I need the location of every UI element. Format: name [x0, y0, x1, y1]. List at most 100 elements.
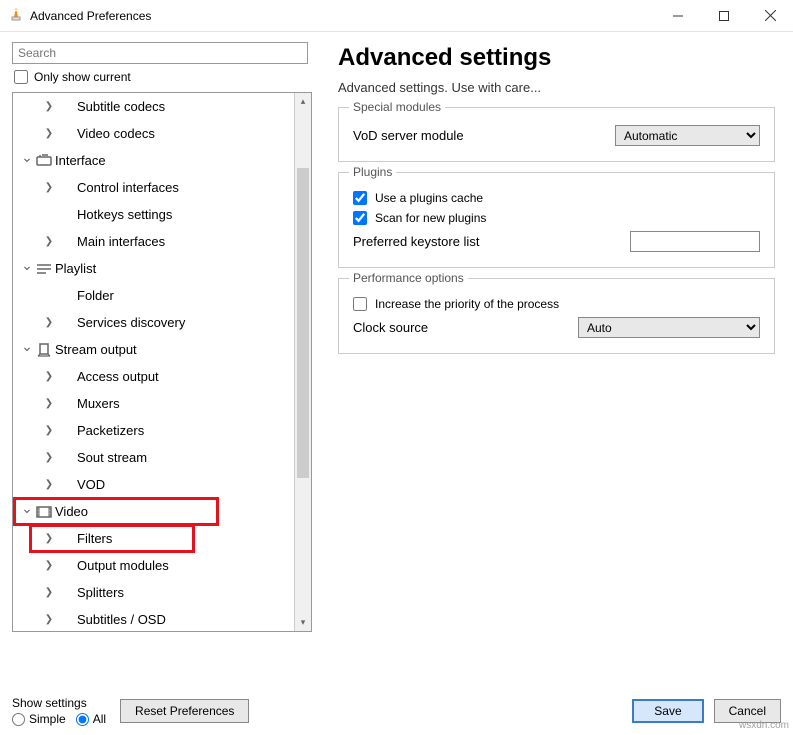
tree-item[interactable]: ❯Output modules	[13, 552, 294, 579]
chevron-icon: ❯	[41, 128, 57, 139]
maximize-button[interactable]	[701, 0, 747, 32]
tree-item-label: Filters	[77, 531, 112, 546]
tree-item[interactable]: ⌄ Interface	[13, 147, 294, 174]
increase-priority-checkbox[interactable]	[353, 297, 367, 311]
radio-simple[interactable]: Simple	[12, 712, 66, 726]
group-legend: Special modules	[349, 100, 445, 114]
interface-icon	[35, 154, 53, 168]
tree-item-label: Video codecs	[77, 126, 155, 141]
close-button[interactable]	[747, 0, 793, 32]
tree-item-label: VOD	[77, 477, 105, 492]
chevron-icon: ❯	[41, 533, 57, 544]
app-icon	[8, 6, 24, 25]
scan-new-plugins-label: Scan for new plugins	[375, 211, 486, 225]
window-title: Advanced Preferences	[30, 9, 151, 23]
tree-item[interactable]: ❯ Packetizers	[13, 417, 294, 444]
tree-item[interactable]: ❯ Main interfaces	[13, 228, 294, 255]
tree-item-label: Folder	[77, 288, 114, 303]
tree-item[interactable]: ⌄ Playlist	[13, 255, 294, 282]
save-button[interactable]: Save	[632, 699, 703, 723]
chevron-icon: ⌄	[19, 500, 35, 517]
titlebar: Advanced Preferences	[0, 0, 793, 32]
chevron-icon: ❯	[41, 452, 57, 463]
tree-item[interactable]: ❯ VOD	[13, 471, 294, 498]
tree-item-label: Video	[55, 504, 88, 519]
tree-item-label: Splitters	[77, 585, 124, 600]
chevron-icon: ❯	[41, 587, 57, 598]
only-show-current-checkbox[interactable]	[14, 70, 28, 84]
tree-item[interactable]: ❯ Access output	[13, 363, 294, 390]
tree-scrollbar[interactable]: ▴ ▾	[294, 93, 311, 631]
tree-item[interactable]: ❯ Video codecs	[13, 120, 294, 147]
tree-item-label: Subtitles / OSD	[77, 612, 166, 627]
radio-all[interactable]: All	[76, 712, 106, 726]
chevron-icon: ⌄	[19, 149, 35, 166]
tree-item-label: Subtitle codecs	[77, 99, 165, 114]
scan-new-plugins-checkbox[interactable]	[353, 211, 367, 225]
chevron-icon: ❯	[41, 101, 57, 112]
search-input[interactable]	[12, 42, 308, 64]
clock-source-select[interactable]: Auto	[578, 317, 760, 338]
chevron-icon: ❯	[41, 182, 57, 193]
chevron-icon: ❯	[41, 479, 57, 490]
group-plugins: Plugins Use a plugins cache Scan for new…	[338, 172, 775, 268]
keystore-input[interactable]	[630, 231, 760, 252]
tree-item[interactable]: ❯ Filters	[13, 525, 294, 552]
chevron-icon: ⌄	[19, 338, 35, 355]
chevron-icon: ❯	[41, 371, 57, 382]
sidebar: Only show current ❯ Subtitle codecs ❯ Video…	[0, 32, 320, 687]
tree-item-label: Packetizers	[77, 423, 144, 438]
video-icon	[35, 505, 53, 519]
group-legend: Performance options	[349, 271, 468, 285]
increase-priority-label: Increase the priority of the process	[375, 297, 559, 311]
use-plugins-cache-label: Use a plugins cache	[375, 191, 483, 205]
page-title: Advanced settings	[338, 44, 775, 72]
vod-server-label: VoD server module	[353, 128, 464, 143]
page-subtitle: Advanced settings. Use with care...	[338, 80, 775, 95]
clock-source-label: Clock source	[353, 320, 428, 335]
chevron-icon: ❯	[41, 398, 57, 409]
tree-item[interactable]: ❯Muxers	[13, 390, 294, 417]
tree-item[interactable]: ❯ Subtitles / OSD	[13, 606, 294, 631]
tree-item[interactable]: ❯ Control interfaces	[13, 174, 294, 201]
scroll-down-icon[interactable]: ▾	[295, 614, 311, 631]
tree-item[interactable]: ❯ Splitters	[13, 579, 294, 606]
tree-item[interactable]: Hotkeys settings	[13, 201, 294, 228]
chevron-icon: ❯	[41, 614, 57, 625]
scroll-thumb[interactable]	[297, 168, 309, 478]
tree-item[interactable]: ⌄ Stream output	[13, 336, 294, 363]
tree-item-label: Main interfaces	[77, 234, 165, 249]
bottom-bar: Show settings Simple All Reset Preferenc…	[0, 687, 793, 735]
tree-item-label: Access output	[77, 369, 159, 384]
vod-server-select[interactable]: Automatic	[615, 125, 760, 146]
tree-item-label: Services discovery	[77, 315, 185, 330]
playlist-icon	[35, 262, 53, 276]
scroll-up-icon[interactable]: ▴	[295, 93, 311, 110]
tree-item-label: Output modules	[77, 558, 169, 573]
tree-item-label: Stream output	[55, 342, 137, 357]
tree-item[interactable]: ❯Services discovery	[13, 309, 294, 336]
tree-item-label: Sout stream	[77, 450, 147, 465]
reset-preferences-button[interactable]: Reset Preferences	[120, 699, 249, 723]
tree-item-label: Hotkeys settings	[77, 207, 172, 222]
chevron-icon: ❯	[41, 425, 57, 436]
tree-item[interactable]: ⌄ Video	[13, 498, 294, 525]
tree-item-label: Interface	[55, 153, 106, 168]
preferences-tree[interactable]: ❯ Subtitle codecs ❯ Video codecs ⌄ Interface ❯…	[13, 93, 294, 631]
chevron-icon: ❯	[41, 236, 57, 247]
minimize-button[interactable]	[655, 0, 701, 32]
group-special-modules: Special modules VoD server module Automa…	[338, 107, 775, 162]
group-performance: Performance options Increase the priorit…	[338, 278, 775, 354]
show-settings-label: Show settings	[12, 696, 106, 710]
tree-item-label: Playlist	[55, 261, 96, 276]
tree-item[interactable]: Folder	[13, 282, 294, 309]
use-plugins-cache-checkbox[interactable]	[353, 191, 367, 205]
tree-item-label: Control interfaces	[77, 180, 179, 195]
chevron-icon: ⌄	[19, 257, 35, 274]
tree-item[interactable]: ❯ Subtitle codecs	[13, 93, 294, 120]
keystore-label: Preferred keystore list	[353, 234, 479, 249]
group-legend: Plugins	[349, 165, 396, 179]
main-panel: Advanced settings Advanced settings. Use…	[320, 32, 793, 687]
tree-item[interactable]: ❯ Sout stream	[13, 444, 294, 471]
only-show-current-label: Only show current	[34, 70, 131, 84]
